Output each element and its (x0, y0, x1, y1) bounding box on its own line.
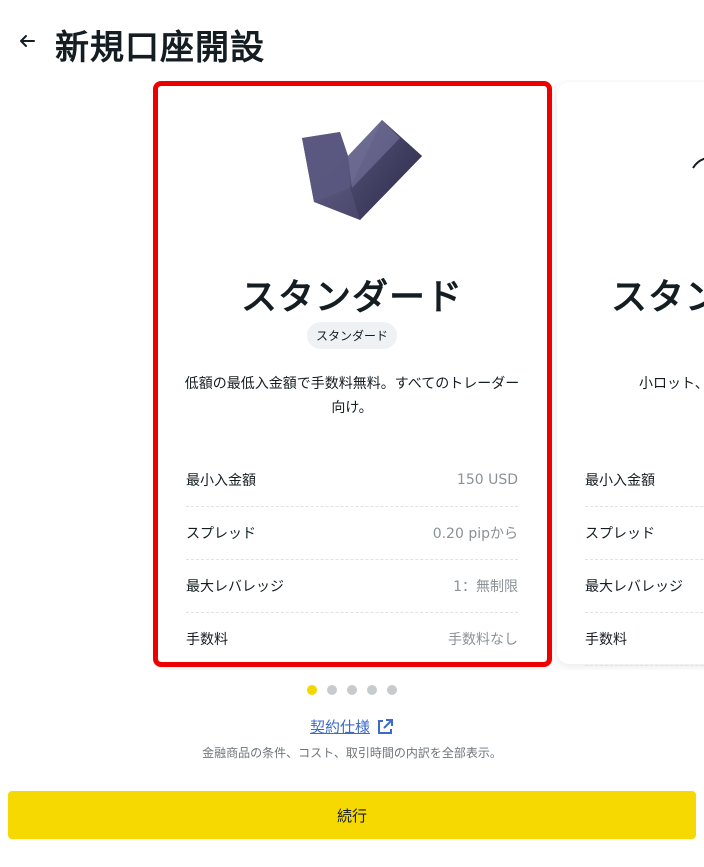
carousel-pagination[interactable] (307, 685, 397, 695)
card-description: 小ロット、 (639, 376, 704, 392)
next-account-icon (677, 116, 704, 226)
external-link-icon (378, 718, 393, 734)
spec-row: 最小入金額 150 USD (186, 454, 518, 507)
spec-row: スプレッド 0.20 pipから (186, 507, 518, 560)
spec-list: 最小入金額 スプレッド 最大レバレッジ 手数料 (585, 454, 704, 666)
standard-account-icon (296, 116, 426, 226)
spec-row: 手数料 (585, 613, 704, 666)
contract-spec-label: 契約仕様 (309, 718, 370, 736)
contract-spec-link[interactable]: 契約仕様 (310, 716, 394, 737)
spec-row: 最小入金額 (585, 454, 704, 507)
pagination-dot[interactable] (327, 685, 337, 695)
continue-button[interactable]: 続行 (8, 791, 696, 839)
spec-row: スプレッド (585, 507, 704, 560)
spec-row: 最大レバレッジ (585, 560, 704, 613)
spec-value: 0.20 pipから (432, 526, 518, 542)
arrow-left-icon (20, 35, 35, 47)
back-button[interactable] (14, 28, 40, 54)
pagination-dot[interactable] (367, 685, 377, 695)
card-description: 低額の最低入金額で手数料無料。すべてのトレーダー向け。 (184, 376, 520, 416)
spec-label: 最小入金額 (585, 473, 655, 489)
spec-note: 金融商品の条件、コスト、取引時間の内訳を全部表示。 (202, 746, 502, 760)
spec-label: 最大レバレッジ (186, 579, 284, 595)
spec-row: 最大レバレッジ 1：無制限 (186, 560, 518, 613)
account-card-standard[interactable]: スタンダード スタンダード 低額の最低入金額で手数料無料。すべてのトレーダー向け… (156, 82, 548, 666)
spec-label: 手数料 (585, 632, 627, 648)
pagination-dot[interactable] (387, 685, 397, 695)
spec-label: 最小入金額 (186, 473, 256, 489)
pagination-dot[interactable] (347, 685, 357, 695)
pagination-dot[interactable] (307, 685, 317, 695)
spec-label: 最大レバレッジ (585, 579, 683, 595)
spec-row: 手数料 手数料なし (186, 613, 518, 666)
card-title: スタン (611, 277, 704, 318)
spec-list: 最小入金額 150 USD スプレッド 0.20 pipから 最大レバレッジ 1… (186, 454, 518, 666)
spec-label: 手数料 (186, 632, 228, 648)
card-badge: スタンダード (306, 322, 398, 349)
spec-value: 手数料なし (448, 632, 518, 648)
spec-value: 1：無制限 (453, 579, 518, 595)
spec-value: 150 USD (456, 472, 518, 488)
page-header: 新規口座開設 (0, 0, 704, 80)
account-type-carousel[interactable]: スタンダード スタンダード 低額の最低入金額で手数料無料。すべてのトレーダー向け… (0, 80, 704, 670)
card-title: スタンダード (240, 277, 463, 318)
spec-label: スプレッド (585, 526, 655, 542)
spec-link-container: 契約仕様 (0, 716, 704, 737)
page-title: 新規口座開設 (55, 28, 265, 68)
spec-label: スプレッド (186, 526, 256, 542)
account-card-next[interactable]: スタン 小ロット、 最小入金額 スプレッド 最大レバレッジ 手数料 (557, 82, 704, 666)
